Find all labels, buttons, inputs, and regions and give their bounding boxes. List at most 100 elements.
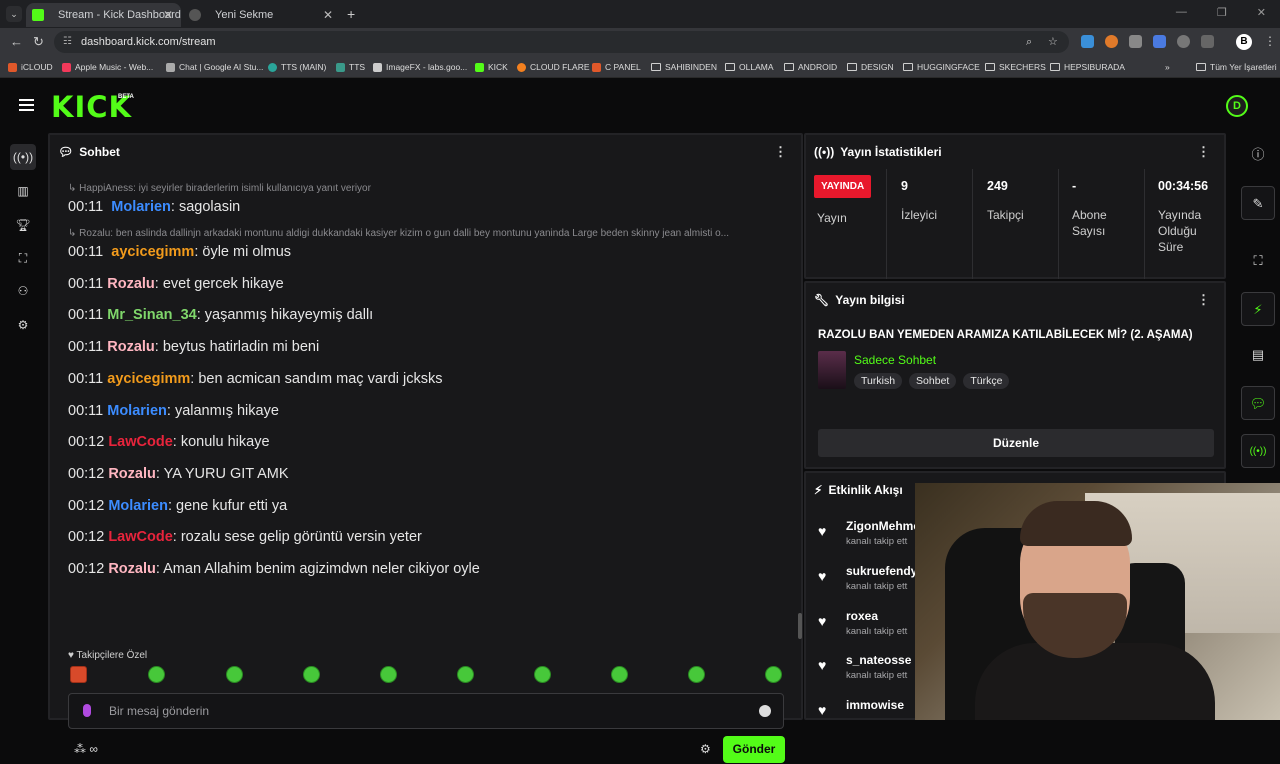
chat-bubble-icon[interactable]: 💬︎ bbox=[1241, 386, 1275, 420]
emote-icon[interactable] bbox=[148, 666, 165, 683]
chat-username[interactable]: Molarien bbox=[108, 498, 168, 514]
chat-username[interactable]: Molarien bbox=[107, 403, 167, 419]
stats-options-icon[interactable]: ⋮ bbox=[1197, 144, 1210, 160]
heart-icon: ♥ bbox=[818, 613, 827, 629]
tag-pill[interactable]: Sohbet bbox=[909, 373, 957, 389]
chat-message: 00:11 aycicegimm: ben acmican sandım maç… bbox=[68, 371, 443, 387]
edit-button[interactable]: Düzenle bbox=[818, 429, 1214, 457]
emote-icon[interactable] bbox=[303, 666, 320, 683]
tab-new-tab[interactable]: Yeni Sekme ✕ bbox=[183, 3, 341, 27]
infinity-points-icon[interactable]: ⁂ ∞ bbox=[74, 742, 98, 756]
chat-username[interactable]: Rozalu bbox=[107, 339, 155, 355]
all-bookmarks-folder[interactable]: Tüm Yer İşaretleri bbox=[1196, 56, 1277, 78]
extension-icon[interactable] bbox=[1129, 35, 1142, 48]
chat-username[interactable]: aycicegimm bbox=[107, 371, 190, 387]
chat-settings-icon[interactable]: ⚙ bbox=[700, 742, 711, 756]
chat-message: 00:11 Molarien: sagolasin bbox=[68, 199, 241, 215]
emote-icon[interactable] bbox=[457, 666, 474, 683]
chat-username[interactable]: Rozalu bbox=[107, 276, 155, 292]
settings-gear-icon[interactable]: ⚙ bbox=[10, 312, 36, 338]
close-tab-icon[interactable]: ✕ bbox=[323, 8, 333, 22]
tag-pill[interactable]: Turkish bbox=[854, 373, 903, 389]
address-bar[interactable]: ☷ dashboard.kick.com/stream ⌕ ☆ bbox=[54, 31, 1069, 53]
bookmark-item[interactable]: KICK bbox=[475, 56, 508, 78]
extension-icon[interactable] bbox=[1105, 35, 1118, 48]
new-tab-plus-icon[interactable]: + bbox=[347, 6, 355, 22]
microphone-icon[interactable] bbox=[83, 704, 91, 717]
chat-title: Sohbet bbox=[79, 145, 120, 159]
tab-kick-dashboard[interactable]: Stream - Kick Dashboard ✕ bbox=[26, 3, 181, 27]
trophy-icon[interactable]: 🏆︎ bbox=[10, 212, 36, 238]
menu-hamburger-icon[interactable] bbox=[19, 99, 34, 111]
bookmark-folder[interactable]: HEPSIBURADA bbox=[1050, 56, 1125, 78]
info-icon[interactable]: ⓘ bbox=[1241, 138, 1275, 172]
emote-icon[interactable] bbox=[226, 666, 243, 683]
edit-pencil-icon[interactable]: ✎ bbox=[1241, 186, 1275, 220]
tag-pill[interactable]: Türkçe bbox=[963, 373, 1010, 389]
chat-header: 💬︎ Sohbet ⋮ bbox=[50, 135, 801, 169]
more-bookmarks-icon[interactable]: » bbox=[1165, 56, 1170, 78]
bookmark-star-icon[interactable]: ☆ bbox=[1048, 31, 1058, 53]
chat-scrollbar[interactable] bbox=[798, 613, 802, 639]
close-window-icon[interactable]: ✕ bbox=[1257, 6, 1266, 19]
stream-info-options-icon[interactable]: ⋮ bbox=[1197, 292, 1210, 308]
category-link[interactable]: Sadece Sohbet bbox=[854, 353, 936, 367]
chat-username[interactable]: Rozalu bbox=[108, 561, 156, 577]
bookmark-folder[interactable]: SKECHERS bbox=[985, 56, 1046, 78]
bookmark-item[interactable]: C PANEL bbox=[592, 56, 641, 78]
analytics-icon[interactable]: ▥ bbox=[10, 178, 36, 204]
emote-icon[interactable] bbox=[688, 666, 705, 683]
extension-icon[interactable] bbox=[1177, 35, 1190, 48]
emoji-picker-icon[interactable] bbox=[759, 705, 771, 717]
emote-icon[interactable] bbox=[611, 666, 628, 683]
maximize-icon[interactable]: ❐ bbox=[1217, 6, 1227, 19]
bookmark-folder[interactable]: OLLAMA bbox=[725, 56, 774, 78]
bookmark-item[interactable]: CLOUD FLARE bbox=[517, 56, 590, 78]
chat-username[interactable]: aycicegimm bbox=[111, 244, 194, 260]
chat-message: 00:11 aycicegimm: öyle mi olmus bbox=[68, 244, 292, 260]
emote-icon[interactable] bbox=[534, 666, 551, 683]
scan-icon[interactable]: ⛶ bbox=[10, 245, 36, 271]
user-avatar[interactable]: D bbox=[1226, 95, 1248, 117]
bookmark-item[interactable]: ImageFX - labs.goo... bbox=[373, 56, 467, 78]
chat-message-input[interactable]: Bir mesaj gönderin bbox=[68, 693, 784, 729]
chat-username[interactable]: Mr_Sinan_34 bbox=[107, 307, 196, 323]
extensions-puzzle-icon[interactable] bbox=[1201, 35, 1214, 48]
document-icon[interactable]: ▤ bbox=[1241, 338, 1275, 372]
chat-username[interactable]: Molarien bbox=[111, 199, 171, 215]
bookmark-item[interactable]: TTS bbox=[336, 56, 365, 78]
bookmark-folder[interactable]: HUGGINGFACE bbox=[903, 56, 980, 78]
zoom-search-icon[interactable]: ⌕ bbox=[1026, 31, 1032, 53]
bookmark-folder[interactable]: ANDROID bbox=[784, 56, 837, 78]
minimize-icon[interactable]: — bbox=[1176, 6, 1187, 19]
users-icon[interactable]: ⚇ bbox=[10, 278, 36, 304]
back-arrow-icon[interactable]: ← bbox=[10, 34, 23, 49]
browser-menu-icon[interactable]: ⋮ bbox=[1264, 34, 1276, 48]
stream-info-panel: 🔧︎ Yayın bilgisi ⋮ RAZOLU BAN YEMEDEN AR… bbox=[804, 281, 1226, 469]
close-tab-icon[interactable]: ✕ bbox=[163, 8, 173, 22]
bookmark-item[interactable]: Apple Music - Web... bbox=[62, 56, 153, 78]
bookmark-item[interactable]: Chat | Google AI Stu... bbox=[166, 56, 263, 78]
bookmark-folder[interactable]: SAHIBINDEN bbox=[651, 56, 717, 78]
site-info-icon[interactable]: ☷ bbox=[63, 31, 72, 53]
bookmark-folder[interactable]: DESIGN bbox=[847, 56, 894, 78]
chat-username[interactable]: Rozalu bbox=[108, 466, 156, 482]
tab-search-icon[interactable]: ⌄ bbox=[6, 6, 22, 22]
emote-icon[interactable] bbox=[380, 666, 397, 683]
extension-icon[interactable] bbox=[1153, 35, 1166, 48]
chat-username[interactable]: LawCode bbox=[108, 434, 172, 450]
chat-options-icon[interactable]: ⋮ bbox=[774, 144, 787, 160]
lightning-icon[interactable]: ⚡︎ bbox=[1241, 292, 1275, 326]
reload-icon[interactable]: ↻ bbox=[33, 34, 44, 50]
chat-username[interactable]: LawCode bbox=[108, 529, 172, 545]
extension-icon[interactable] bbox=[1081, 35, 1094, 48]
profile-avatar[interactable]: B bbox=[1236, 34, 1252, 50]
stream-broadcast-icon[interactable]: ((•)) bbox=[10, 144, 36, 170]
scan-icon[interactable]: ⛶ bbox=[1241, 244, 1275, 278]
emote-icon[interactable] bbox=[765, 666, 782, 683]
send-button[interactable]: Gönder bbox=[723, 736, 785, 763]
bookmark-item[interactable]: iCLOUD bbox=[8, 56, 53, 78]
bookmark-item[interactable]: TTS (MAIN) bbox=[268, 56, 326, 78]
broadcast-icon[interactable]: ((•)) bbox=[1241, 434, 1275, 468]
emote-icon[interactable] bbox=[70, 666, 87, 683]
